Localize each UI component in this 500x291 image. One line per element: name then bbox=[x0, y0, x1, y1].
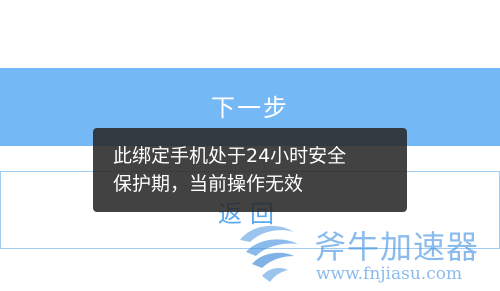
toast-line-1: 此绑定手机处于24小时安全 bbox=[113, 145, 347, 167]
brand-name: 斧牛加速器 bbox=[314, 228, 480, 266]
screen: 下一步 返回 此绑定手机处于24小时安全 保护期，当前操作无效 斧牛加速器 ww… bbox=[0, 0, 500, 291]
next-step-label: 下一步 bbox=[211, 94, 289, 122]
watermark: 斧牛加速器 www.fnjiasu.com bbox=[232, 218, 498, 288]
toast-message: 此绑定手机处于24小时安全 保护期，当前操作无效 bbox=[93, 128, 407, 212]
brand-url: www.fnjiasu.com bbox=[316, 264, 463, 284]
brand-logo-icon bbox=[240, 225, 298, 282]
toast-line-2: 保护期，当前操作无效 bbox=[113, 173, 304, 195]
